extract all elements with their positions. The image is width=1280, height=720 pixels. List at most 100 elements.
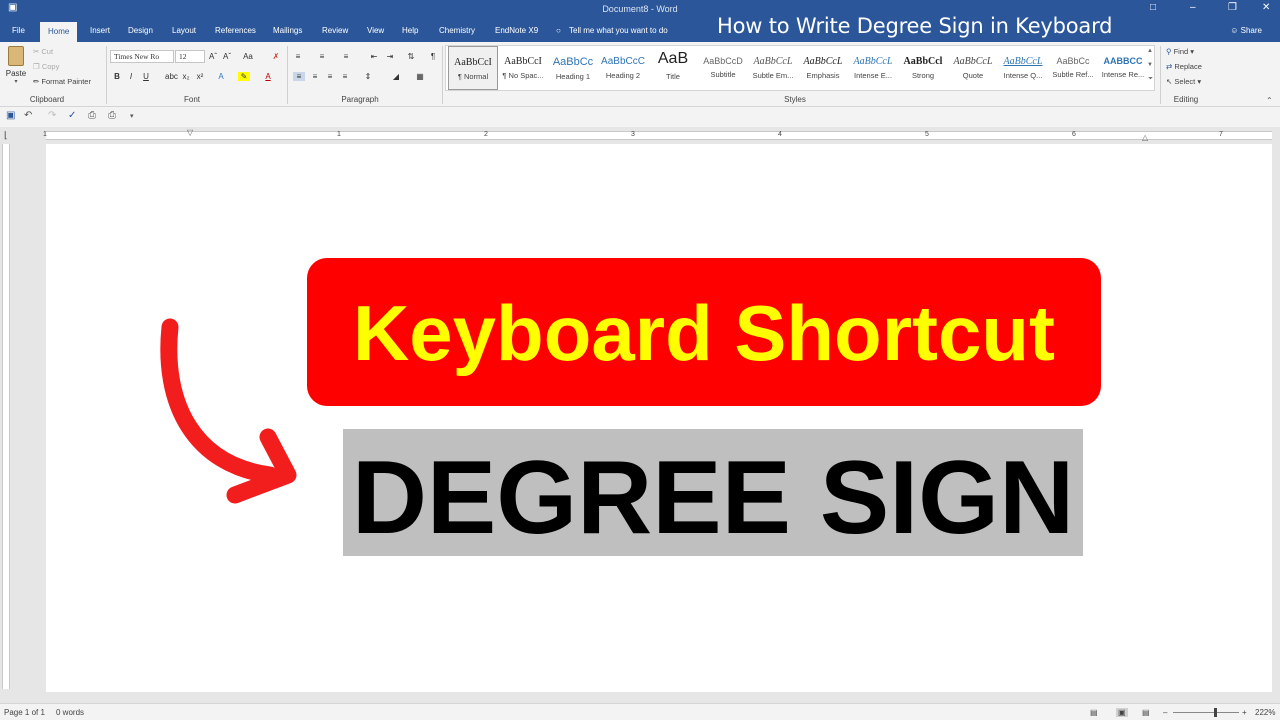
tab-file[interactable]: File	[12, 26, 25, 35]
tab-home[interactable]: Home	[40, 22, 78, 42]
tell-me-search[interactable]: Tell me what you want to do	[569, 26, 668, 35]
subscript-icon[interactable]: x₂	[180, 72, 192, 81]
ruler-number: 1	[337, 131, 341, 138]
justify-icon[interactable]: ≡	[339, 72, 351, 81]
web-layout-icon[interactable]: ▤	[1142, 708, 1150, 717]
font-name-select[interactable]: Times New Ro	[110, 50, 174, 63]
grow-font-icon[interactable]: Aˆ	[207, 52, 219, 61]
collapse-ribbon-icon[interactable]: ⌃	[1266, 96, 1273, 105]
print-preview-icon[interactable]: ⎙	[88, 110, 96, 121]
bullets-icon[interactable]: ≡	[292, 52, 304, 61]
show-formatting-icon[interactable]: ¶	[427, 52, 439, 61]
customize-qat-icon[interactable]: ▾	[130, 112, 134, 120]
highlight-color-icon[interactable]: ✎	[238, 72, 250, 81]
right-indent-marker[interactable]: △	[1142, 133, 1148, 142]
zoom-slider-thumb[interactable]	[1214, 708, 1217, 717]
paste-button[interactable]: Paste ▾	[4, 46, 28, 90]
style-title[interactable]: AaB Title	[648, 46, 698, 90]
replace-button[interactable]: ⇄ Replace	[1166, 62, 1202, 71]
borders-icon[interactable]: ▦	[414, 72, 426, 81]
decrease-indent-icon[interactable]: ⇤	[368, 52, 380, 61]
format-painter-button[interactable]: ✏ Format Painter	[33, 77, 91, 86]
tab-selector-icon[interactable]: ⌊	[4, 130, 8, 141]
tab-help[interactable]: Help	[402, 26, 418, 35]
style-preview: AaBbCc	[552, 56, 594, 68]
zoom-slider[interactable]	[1173, 712, 1239, 713]
cut-button[interactable]: ✂ Cut	[33, 47, 53, 56]
print-layout-icon[interactable]: ▣	[1116, 708, 1128, 717]
tab-insert[interactable]: Insert	[90, 26, 110, 35]
first-line-indent-marker[interactable]: ▽	[187, 128, 193, 137]
zoom-level[interactable]: 222%	[1255, 708, 1275, 717]
tab-layout[interactable]: Layout	[172, 26, 196, 35]
ribbon-display-options-icon[interactable]: □	[1150, 2, 1156, 13]
tab-chemistry[interactable]: Chemistry	[439, 26, 475, 35]
text-effects-icon[interactable]: A	[215, 72, 227, 81]
font-color-icon[interactable]: A	[262, 72, 274, 81]
italic-icon[interactable]: I	[125, 72, 137, 81]
tab-mailings[interactable]: Mailings	[273, 26, 302, 35]
style-strong[interactable]: AaBbCcl Strong	[898, 46, 948, 90]
line-spacing-icon[interactable]: ⇕	[362, 72, 374, 81]
tab-references[interactable]: References	[215, 26, 256, 35]
minimize-icon[interactable]: –	[1190, 2, 1196, 13]
horizontal-ruler[interactable]: ⌊ ▽ △ 1 1 2 3 4 5 6 7	[0, 127, 1280, 144]
style-intense-quote[interactable]: AaBbCcL Intense Q...	[998, 46, 1048, 90]
redo-icon[interactable]: ↷	[48, 110, 56, 121]
tab-design[interactable]: Design	[128, 26, 153, 35]
styles-scroll-up-icon[interactable]: ▲	[1147, 48, 1153, 54]
copy-button[interactable]: ❐ Copy	[33, 62, 59, 71]
save-icon[interactable]: ▣	[6, 110, 15, 121]
style-subtle-reference[interactable]: AaBbCc Subtle Ref...	[1048, 46, 1098, 90]
styles-scroll-down-icon[interactable]: ▼	[1147, 62, 1153, 68]
clear-formatting-icon[interactable]: ✗	[270, 52, 282, 61]
style-preview: AaBbCcI	[504, 56, 542, 67]
zoom-in-icon[interactable]: +	[1242, 708, 1247, 717]
zoom-out-icon[interactable]: –	[1163, 708, 1167, 717]
change-case-icon[interactable]: Aa	[242, 52, 254, 61]
style-no-spacing[interactable]: AaBbCcI ¶ No Spac...	[498, 46, 548, 90]
word-count[interactable]: 0 words	[56, 708, 84, 717]
multilevel-list-icon[interactable]: ≡	[340, 52, 352, 61]
numbering-icon[interactable]: ≡	[316, 52, 328, 61]
style-subtle-emphasis[interactable]: AaBbCcL Subtle Em...	[748, 46, 798, 90]
style-heading-1[interactable]: AaBbCc Heading 1	[548, 46, 598, 90]
font-size-select[interactable]: 12	[175, 50, 205, 63]
share-button[interactable]: ☺ Share	[1230, 26, 1262, 35]
styles-more-icon[interactable]: ⏷	[1148, 76, 1153, 83]
style-heading-2[interactable]: AaBbCcC Heading 2	[598, 46, 648, 90]
style-emphasis[interactable]: AaBbCcL Emphasis	[798, 46, 848, 90]
spelling-check-icon[interactable]: ✓	[68, 110, 76, 121]
underline-icon[interactable]: U	[140, 72, 152, 81]
style-intense-reference[interactable]: AABBCC Intense Re...	[1098, 46, 1148, 90]
tab-review[interactable]: Review	[322, 26, 348, 35]
page-count[interactable]: Page 1 of 1	[4, 708, 45, 717]
tab-endnote[interactable]: EndNote X9	[495, 26, 538, 35]
close-icon[interactable]: ✕	[1262, 2, 1270, 13]
find-button[interactable]: ⚲ Find ▾	[1166, 47, 1194, 56]
style-subtitle[interactable]: AaBbCcD Subtitle	[698, 46, 748, 90]
read-mode-icon[interactable]: ▤	[1090, 708, 1098, 717]
tab-view[interactable]: View	[367, 26, 384, 35]
quick-print-icon[interactable]: ⎙	[108, 110, 116, 121]
style-intense-emphasis[interactable]: AaBbCcL Intense E...	[848, 46, 898, 90]
vertical-scrollbar[interactable]	[1272, 144, 1280, 697]
vertical-ruler[interactable]	[2, 144, 10, 689]
style-quote[interactable]: AaBbCcL Quote	[948, 46, 998, 90]
strikethrough-icon[interactable]: abc	[165, 72, 178, 81]
restore-icon[interactable]: ❐	[1228, 2, 1237, 13]
increase-indent-icon[interactable]: ⇥	[384, 52, 396, 61]
style-name: Subtitle	[710, 70, 736, 79]
select-button[interactable]: ↖ Select ▾	[1166, 77, 1201, 86]
undo-icon[interactable]: ↶	[24, 110, 32, 121]
shrink-font-icon[interactable]: Aˇ	[221, 52, 233, 61]
align-left-icon[interactable]: ≡	[293, 72, 305, 81]
superscript-icon[interactable]: x²	[194, 72, 206, 81]
sort-icon[interactable]: ⇅	[405, 52, 417, 61]
shading-icon[interactable]: ◢	[390, 72, 402, 81]
style-normal[interactable]: AaBbCcI ¶ Normal	[448, 46, 498, 90]
selected-text-highlight[interactable]: DEGREE SIGN	[343, 429, 1083, 556]
bold-icon[interactable]: B	[111, 72, 123, 81]
align-right-icon[interactable]: ≡	[324, 72, 336, 81]
align-center-icon[interactable]: ≡	[309, 72, 321, 81]
